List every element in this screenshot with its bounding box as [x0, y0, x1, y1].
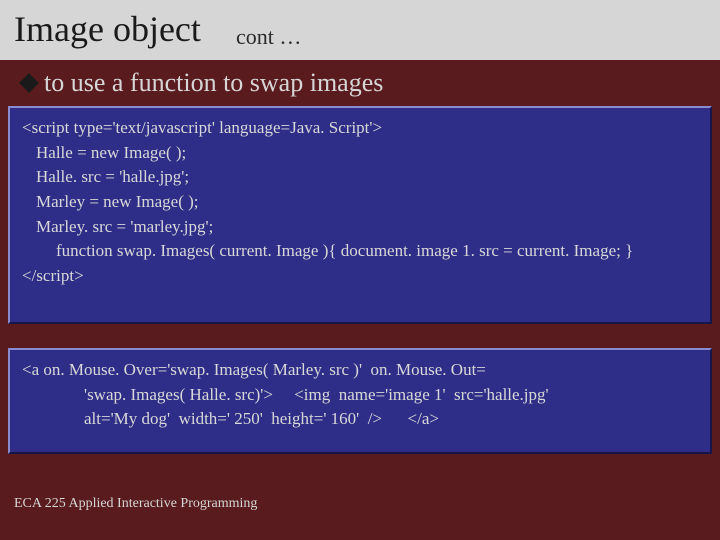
- slide-subtitle: cont …: [236, 24, 301, 50]
- code-line: </script>: [22, 264, 698, 289]
- bullet-text: to use a function to swap images: [44, 68, 383, 98]
- slide: Image object cont … to use a function to…: [0, 0, 720, 540]
- diamond-bullet-icon: [19, 73, 39, 93]
- code-line: 'swap. Images( Halle. src)'> <img name='…: [22, 383, 698, 408]
- code-line: alt='My dog' width=' 250' height=' 160' …: [22, 407, 698, 432]
- code-line: Halle = new Image( );: [22, 141, 698, 166]
- code-line: <a on. Mouse. Over='swap. Images( Marley…: [22, 358, 698, 383]
- code-line: function swap. Images( current. Image ){…: [22, 239, 698, 264]
- code-line: Marley = new Image( );: [22, 190, 698, 215]
- code-block-2: <a on. Mouse. Over='swap. Images( Marley…: [8, 348, 712, 454]
- slide-title: Image object: [14, 8, 201, 50]
- code-line: <script type='text/javascript' language=…: [22, 116, 698, 141]
- slide-footer: ECA 225 Applied Interactive Programming: [14, 496, 257, 512]
- bullet-item: to use a function to swap images: [22, 68, 383, 98]
- code-block-1: <script type='text/javascript' language=…: [8, 106, 712, 324]
- code-line: Halle. src = 'halle.jpg';: [22, 165, 698, 190]
- code-line: Marley. src = 'marley.jpg';: [22, 215, 698, 240]
